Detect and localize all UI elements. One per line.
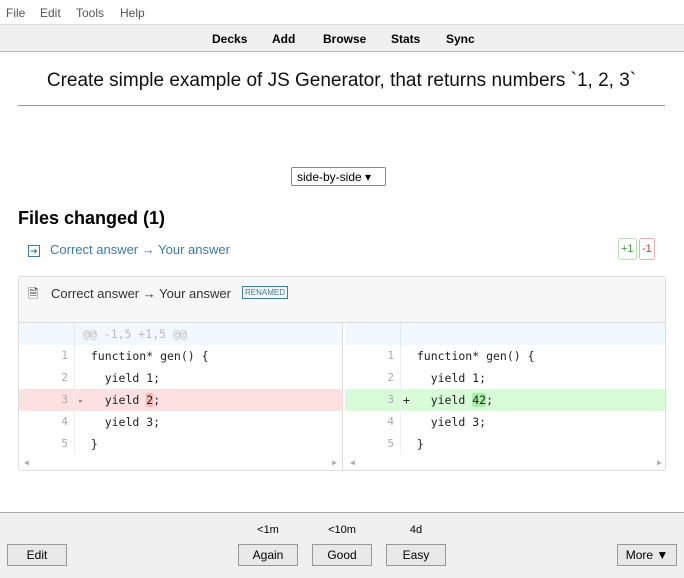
answer-bar: Edit <1m <10m 4d Again Good Easy More ▼ xyxy=(0,512,684,578)
code-pre: - yield xyxy=(77,393,147,407)
code-text: function* gen() { xyxy=(403,345,535,367)
menu-help[interactable]: Help xyxy=(120,6,145,20)
scroll-right-icon[interactable]: ▶ xyxy=(332,455,337,470)
code-pre: + yield xyxy=(403,393,473,407)
code-pre: yield 3; xyxy=(77,415,161,429)
browse-button[interactable]: Browse xyxy=(323,32,366,46)
diff-line: 1 function* gen() { xyxy=(19,345,342,367)
code-text: } xyxy=(403,433,424,455)
code-post: ; xyxy=(153,393,161,407)
file-header-name: Correct answer → Your answer xyxy=(51,286,231,301)
code-text: + yield 42; xyxy=(403,389,493,411)
diff-file-header: 🗎 Correct answer → Your answer RENAMED xyxy=(19,277,665,323)
diff-line: 3 + yield 42; xyxy=(345,389,665,411)
easy-due: 4d xyxy=(409,524,423,536)
line-number: 5 xyxy=(19,433,75,455)
horizontal-scrollbar[interactable]: ◀ ▶ xyxy=(345,455,665,470)
horizontal-scrollbar[interactable]: ◀ ▶ xyxy=(19,455,342,470)
line-number: 1 xyxy=(19,345,75,367)
diff-line: 4 yield 3; xyxy=(19,411,342,433)
edit-button[interactable]: Edit xyxy=(7,544,67,566)
code-pre: yield 1; xyxy=(403,371,487,385)
line-number: 4 xyxy=(19,411,75,433)
left-pane: @@ -1,5 +1,5 @@ 1 function* gen() { 2 yi… xyxy=(19,323,343,470)
diff-file: 🗎 Correct answer → Your answer RENAMED @… xyxy=(18,276,666,471)
code-text: yield 1; xyxy=(403,367,486,389)
code-pre: yield 1; xyxy=(77,371,161,385)
sync-button[interactable]: Sync xyxy=(446,32,475,46)
diff-line: 2 yield 1; xyxy=(345,367,665,389)
hunk-text: @@ -1,5 +1,5 @@ xyxy=(83,327,187,341)
diff-line: 5 } xyxy=(345,433,665,455)
code-text: yield 1; xyxy=(77,367,160,389)
decks-button[interactable]: Decks xyxy=(212,32,247,46)
code-text: yield 3; xyxy=(77,411,160,433)
hunk-header xyxy=(345,323,665,345)
code-post: ; xyxy=(486,393,494,407)
code-pre: yield 3; xyxy=(403,415,487,429)
diff-line: 3 - yield 2; xyxy=(19,389,342,411)
scroll-left-icon[interactable]: ◀ xyxy=(24,455,29,470)
more-button[interactable]: More ▼ xyxy=(617,544,677,566)
menu-tools[interactable]: Tools xyxy=(76,6,104,20)
hunk-header: @@ -1,5 +1,5 @@ xyxy=(19,323,342,345)
files-changed-heading: Files changed (1) xyxy=(18,208,166,228)
added-count: +1 xyxy=(618,238,637,260)
toolbar: Decks Add Browse Stats Sync xyxy=(0,24,684,52)
again-button[interactable]: Again xyxy=(238,544,298,566)
line-number: 5 xyxy=(345,433,401,455)
line-number: 3 xyxy=(19,389,75,411)
diff-line: 4 yield 3; xyxy=(345,411,665,433)
good-button[interactable]: Good xyxy=(312,544,372,566)
line-number: 4 xyxy=(345,411,401,433)
question-text: Create simple example of JS Generator, t… xyxy=(18,70,665,106)
view-mode-select[interactable]: side-by-side ▾ xyxy=(291,167,386,186)
line-number: 1 xyxy=(345,345,401,367)
code-text: } xyxy=(77,433,98,455)
code-pre: function* gen() { xyxy=(77,349,209,363)
easy-button[interactable]: Easy xyxy=(386,544,446,566)
code-pre: function* gen() { xyxy=(403,349,535,363)
scroll-right-icon[interactable]: ▶ xyxy=(657,455,662,470)
scroll-left-icon[interactable]: ◀ xyxy=(350,455,355,470)
document-icon: 🗎 xyxy=(28,286,39,301)
renamed-tag: RENAMED xyxy=(242,286,289,299)
again-due: <1m xyxy=(257,524,279,536)
diff-line: 1 function* gen() { xyxy=(345,345,665,367)
right-pane: 1 function* gen() { 2 yield 1; 3 + yield… xyxy=(345,323,665,470)
good-due: <10m xyxy=(328,524,356,536)
changed-token: 42 xyxy=(472,393,487,407)
file-link-label: Correct answer → Your answer xyxy=(50,242,230,257)
stats-button[interactable]: Stats xyxy=(391,32,420,46)
line-number: 2 xyxy=(19,367,75,389)
code-pre: } xyxy=(77,437,98,451)
menu-edit[interactable]: Edit xyxy=(40,6,61,20)
code-text: function* gen() { xyxy=(77,345,209,367)
code-text: - yield 2; xyxy=(77,389,160,411)
add-button[interactable]: Add xyxy=(272,32,295,46)
line-number: 2 xyxy=(345,367,401,389)
removed-count: -1 xyxy=(639,238,655,260)
diff-line: 5 } xyxy=(19,433,342,455)
menu-bar: File Edit Tools Help xyxy=(0,0,684,24)
diff-line: 2 yield 1; xyxy=(19,367,342,389)
code-text: yield 3; xyxy=(403,411,486,433)
line-number: 3 xyxy=(345,389,401,411)
file-link[interactable]: ➔ Correct answer → Your answer xyxy=(28,242,230,257)
file-arrow-icon: ➔ xyxy=(28,244,40,257)
menu-file[interactable]: File xyxy=(6,6,25,20)
code-pre: } xyxy=(403,437,424,451)
